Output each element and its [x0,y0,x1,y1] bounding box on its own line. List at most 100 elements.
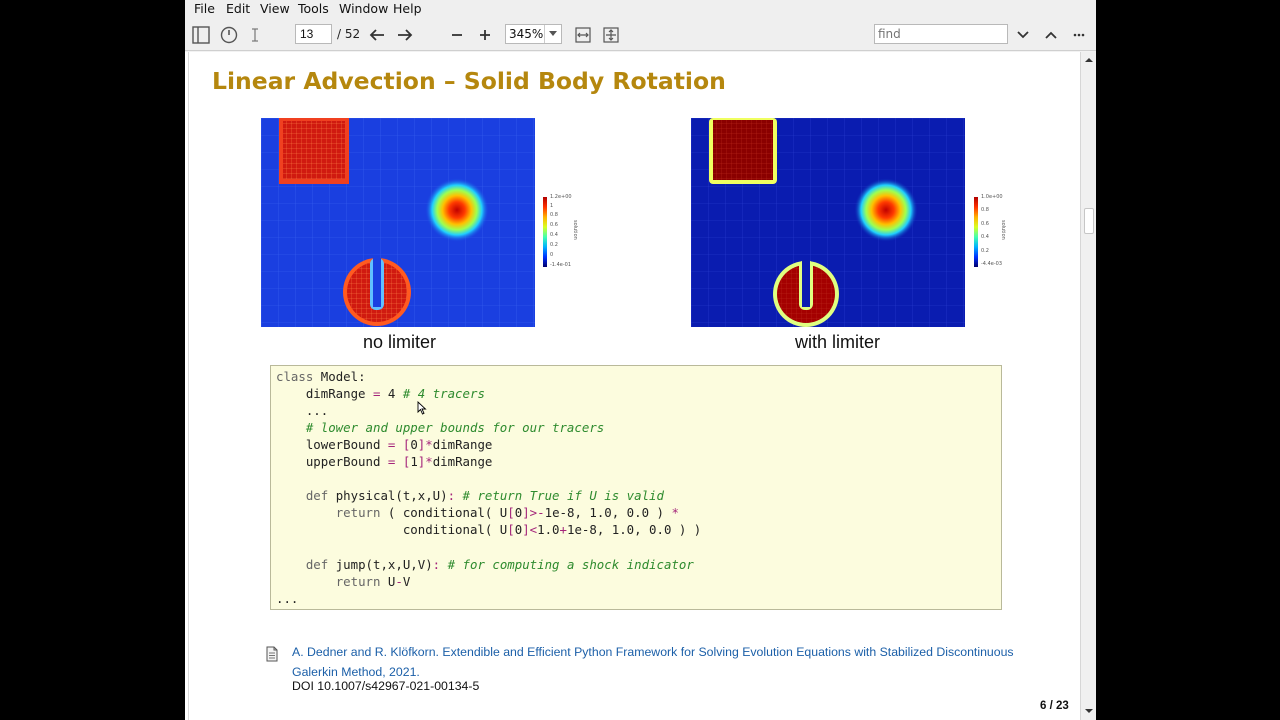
code-listing: class Model: dimRange = 4 # 4 tracers ..… [270,365,1002,610]
code-token: V [402,573,411,589]
code-token: class [276,369,314,384]
colorbar-tick: 0.4 [981,234,989,240]
fit-page-icon[interactable] [601,24,621,46]
code-token: def [305,488,329,504]
colorbar-tick: 0.2 [550,242,558,248]
mouse-cursor-icon [417,401,427,415]
toolbar: / 52 345% [185,18,1096,51]
menu-view[interactable]: View [260,1,290,16]
reference-citation-link-cont[interactable]: Galerkin Method, 2021. [292,665,420,679]
code-token: : [447,488,456,504]
arrow-right-icon[interactable] [395,24,415,46]
code-line: class Model: [276,368,701,385]
scrollbar-thumb[interactable] [1084,208,1094,234]
code-token: 4 [380,386,403,402]
slide-number: 6 / 23 [1040,700,1069,712]
code-token: # 4 tracers [402,386,485,402]
code-token: 1e-8, 1.0, 0.0 ) ) [566,522,702,538]
menu-window[interactable]: Window [339,1,388,16]
menu-edit[interactable]: Edit [226,1,250,16]
code-line: ... [276,590,701,607]
find-next-icon[interactable] [1014,24,1032,46]
code-token: return [335,573,381,589]
colorbar-tick: 0.8 [550,212,558,218]
colorbar-tick: 0.6 [550,222,558,228]
code-token: dimRange [432,437,493,453]
code-line: return U-V [276,573,701,590]
document-area[interactable]: Linear Advection – Solid Body Rotation 1… [185,52,1096,720]
zoom-value: 345% [509,27,544,41]
slide-title: Linear Advection – Solid Body Rotation [212,67,726,95]
code-token: ( conditional( U [380,505,508,521]
colorbar-label: solution [572,220,578,240]
zoom-select[interactable]: 345% [505,24,562,44]
simulation-image-with-limiter [691,118,965,327]
page-number-input[interactable] [295,24,332,44]
colorbar-tick: 0.4 [550,232,558,238]
more-icon[interactable] [1070,24,1088,46]
menu-help[interactable]: Help [393,1,422,16]
scroll-up-icon[interactable] [1084,55,1094,65]
colorbar-tick: 1 [550,203,554,209]
find-previous-icon[interactable] [1042,24,1060,46]
code-token: ]>- [522,505,545,521]
colorbar-tick: 1.2e+00 [550,194,572,200]
menu-tools[interactable]: Tools [298,1,329,16]
code-token: U [380,573,396,589]
code-token: physical(t,x,U) [328,488,448,504]
code-token: def [305,556,329,572]
simulation-image-no-limiter [261,118,535,327]
code-token: conditional( U [276,522,508,538]
code-token: 0 [410,437,418,453]
code-token: [ [507,505,515,521]
pdf-viewer-window: File Edit View Tools Window Help / 52 [185,0,1096,720]
document-icon [266,646,278,662]
code-line: lowerBound = [0]*dimRange [276,436,701,453]
colorbar-tick: 0.6 [981,221,989,227]
pdf-page: Linear Advection – Solid Body Rotation 1… [188,52,1080,720]
zoom-in-icon[interactable] [475,24,495,46]
colorbar-with-limiter [974,197,978,267]
colorbar-no-limiter [543,197,547,267]
page-total: / 52 [337,27,361,41]
find-input[interactable] [874,24,1008,44]
code-line: # lower and upper bounds for our tracers [276,419,701,436]
colorbar-label: solution [1000,220,1006,240]
code-line: def jump(t,x,U,V): # for computing a sho… [276,556,701,573]
code-token: ]* [417,437,433,453]
fit-width-icon[interactable] [573,24,593,46]
reference-citation-link[interactable]: A. Dedner and R. Klöfkorn. Extendible an… [292,645,1014,659]
code-token: return [335,505,381,521]
code-token: ... [276,590,299,606]
hand-tool-icon[interactable] [219,24,239,46]
chevron-down-icon[interactable] [544,25,561,43]
code-token: - [395,573,403,589]
zoom-out-icon[interactable] [447,24,467,46]
code-token: # return True if U is valid [462,488,664,504]
code-token: # for computing a shock indicator [447,556,694,572]
arrow-left-icon[interactable] [367,24,387,46]
vertical-scrollbar[interactable] [1080,52,1096,720]
code-token: # lower and upper bounds for our tracers [305,420,605,436]
code-token: * [671,505,679,521]
code-token: jump(t,x,U,V) [328,556,433,572]
menu-file[interactable]: File [194,1,215,16]
code-token: Model: [313,369,366,384]
code-token: dimRange [432,454,493,470]
code-token: + [559,522,567,538]
colorbar-tick: 1.0e+00 [981,194,1003,200]
code-token: ]< [522,522,538,538]
sidebar-toggle-icon[interactable] [191,24,211,46]
text-select-icon[interactable] [247,24,263,46]
scroll-down-icon[interactable] [1084,706,1094,716]
colorbar-tick: 0 [550,252,554,258]
code-line: dimRange = 4 # 4 tracers [276,385,701,402]
